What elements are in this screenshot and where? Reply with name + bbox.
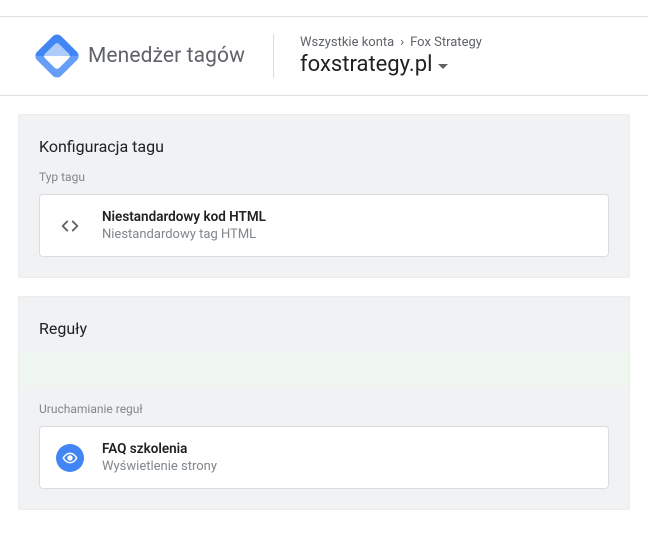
breadcrumb-account: Fox Strategy — [410, 35, 482, 50]
firing-triggers-label: Uruchamianie reguł — [19, 386, 629, 426]
breadcrumb: Wszystkie konta › Fox Strategy — [300, 35, 482, 50]
chevron-right-icon: › — [400, 35, 404, 50]
brand-title: Menedżer tagów — [88, 44, 245, 68]
tag-type-card[interactable]: Niestandardowy kod HTML Niestandardowy t… — [39, 194, 609, 257]
trigger-card[interactable]: FAQ szkolenia Wyświetlenie strony — [39, 426, 609, 489]
account-container-picker[interactable]: Wszystkie konta › Fox Strategy foxstrate… — [300, 35, 482, 77]
tag-type-subtitle: Niestandardowy tag HTML — [102, 227, 266, 242]
highlight-strip — [19, 352, 629, 386]
tag-config-title: Konfiguracja tagu — [19, 115, 629, 170]
tag-type-title: Niestandardowy kod HTML — [102, 209, 266, 225]
trigger-subtitle: Wyświetlenie strony — [102, 459, 217, 474]
tag-manager-logo-icon — [33, 32, 81, 80]
triggers-panel: Reguły Uruchamianie reguł FAQ szkolenia … — [18, 296, 630, 510]
divider — [273, 34, 274, 78]
brand[interactable]: Menedżer tagów — [40, 39, 245, 73]
top-bar: Menedżer tagów Wszystkie konta › Fox Str… — [0, 16, 648, 96]
tag-type-label: Typ tagu — [19, 170, 629, 194]
dropdown-arrow-icon — [438, 64, 448, 69]
triggers-title: Reguły — [19, 297, 629, 352]
breadcrumb-all-accounts: Wszystkie konta — [300, 35, 394, 50]
trigger-title: FAQ szkolenia — [102, 441, 217, 457]
page-view-trigger-icon — [56, 444, 84, 472]
tag-config-panel: Konfiguracja tagu Typ tagu Niestandardow… — [18, 114, 630, 278]
code-icon — [56, 212, 84, 240]
container-row: foxstrategy.pl — [300, 52, 482, 77]
container-name: foxstrategy.pl — [300, 52, 432, 77]
